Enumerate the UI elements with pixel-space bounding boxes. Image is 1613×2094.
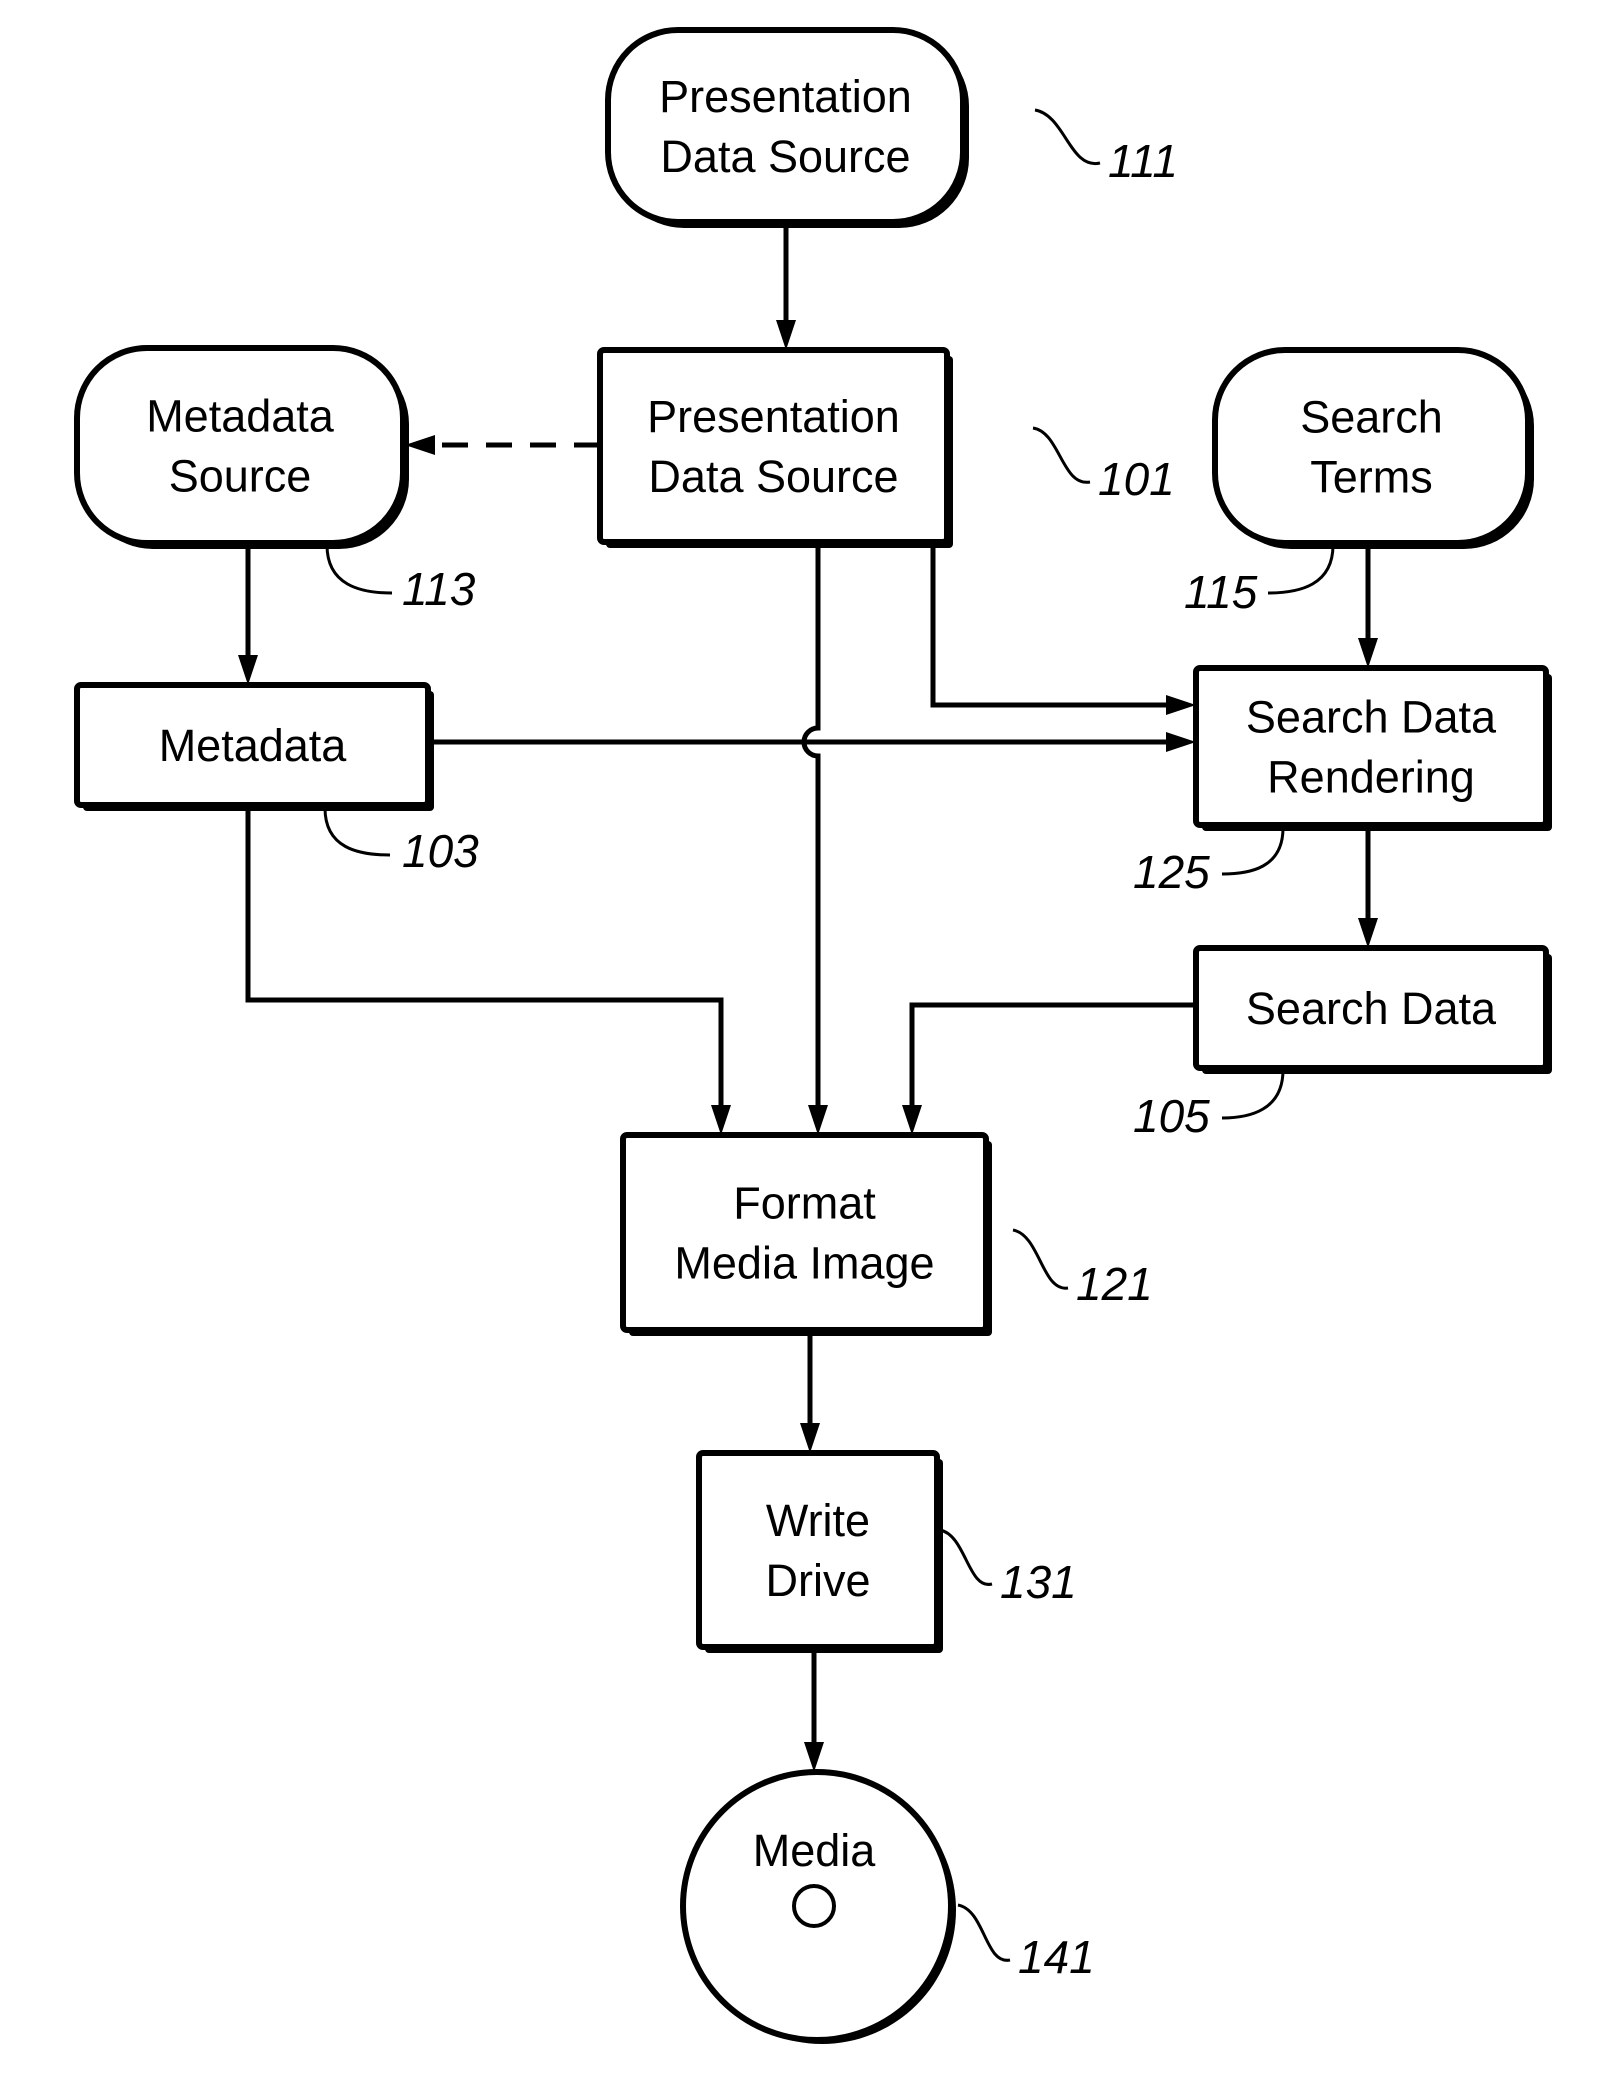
edge-115-to-125 bbox=[1358, 543, 1378, 668]
reference-numeral: 115 bbox=[1184, 566, 1258, 618]
leader-line bbox=[323, 807, 391, 857]
process-box bbox=[620, 1132, 989, 1333]
node-label: Terms bbox=[1310, 452, 1433, 503]
edge-111-to-101 bbox=[776, 222, 796, 350]
node-101: Presentation Data Source bbox=[597, 347, 953, 548]
arrowhead-icon bbox=[1166, 732, 1196, 752]
arrowhead-icon bbox=[1358, 918, 1378, 948]
reference-numeral: 121 bbox=[1076, 1258, 1153, 1310]
reference-121: 121 bbox=[1012, 1228, 1153, 1310]
arrowhead-icon bbox=[405, 435, 435, 455]
edge-113-to-103 bbox=[238, 543, 258, 685]
node-label: Media Image bbox=[674, 1238, 934, 1289]
reference-numeral: 113 bbox=[402, 563, 476, 615]
arrowhead-icon bbox=[808, 1105, 828, 1135]
reference-numeral: 105 bbox=[1133, 1090, 1210, 1142]
node-105: Search Data bbox=[1193, 945, 1552, 1074]
media-disc-icon bbox=[680, 1769, 954, 2043]
edge-101-to-113 bbox=[405, 435, 600, 455]
node-115: Search Terms bbox=[1212, 347, 1534, 549]
edge-101-to-121 bbox=[801, 542, 828, 1135]
flow-diagram: Presentation Data Source Metadata Source Pre… bbox=[74, 27, 1552, 2044]
arrowhead-icon bbox=[804, 1742, 824, 1772]
edge-131-to-141 bbox=[804, 1647, 824, 1772]
arrowhead-icon bbox=[711, 1105, 731, 1135]
node-label: Search Data bbox=[1246, 692, 1497, 743]
node-141: Media bbox=[680, 1769, 956, 2044]
terminal-shape bbox=[605, 27, 966, 225]
edge-103-to-121 bbox=[245, 805, 731, 1135]
reference-numeral: 131 bbox=[1000, 1556, 1077, 1608]
leader-line bbox=[325, 544, 393, 595]
arrowhead-icon bbox=[238, 655, 258, 685]
leader-line bbox=[939, 1528, 993, 1586]
node-label: Drive bbox=[765, 1555, 870, 1606]
leader-line bbox=[1221, 827, 1285, 876]
arrowhead-icon bbox=[776, 320, 796, 350]
leader-line bbox=[957, 1903, 1011, 1962]
node-label: Source bbox=[169, 451, 312, 502]
node-label: Write bbox=[766, 1495, 870, 1546]
node-131: Write Drive bbox=[696, 1450, 943, 1653]
connector-line bbox=[930, 542, 1188, 708]
connector-line bbox=[801, 542, 821, 1127]
terminal-shape bbox=[74, 345, 406, 546]
reference-numeral: 101 bbox=[1098, 453, 1175, 505]
leader-line bbox=[1012, 1228, 1069, 1290]
node-103: Metadata bbox=[74, 682, 434, 811]
reference-111: 111 bbox=[1034, 108, 1178, 187]
node-label: Metadata bbox=[159, 720, 348, 771]
arrowhead-icon bbox=[800, 1423, 820, 1453]
process-box bbox=[597, 347, 950, 545]
node-label: Presentation bbox=[647, 391, 900, 442]
reference-numeral: 141 bbox=[1018, 1931, 1095, 1983]
process-box bbox=[696, 1450, 940, 1650]
arrowhead-icon bbox=[1358, 638, 1378, 668]
reference-131: 131 bbox=[939, 1528, 1077, 1608]
node-label: Data Source bbox=[660, 131, 910, 182]
node-label: Search bbox=[1300, 392, 1443, 443]
node-label: Data Source bbox=[648, 451, 898, 502]
node-label: Format bbox=[733, 1178, 876, 1229]
node-label: Media bbox=[753, 1825, 877, 1876]
reference-141: 141 bbox=[957, 1903, 1095, 1983]
node-121: Format Media Image bbox=[620, 1132, 992, 1336]
leader-line bbox=[1034, 108, 1101, 165]
edge-121-to-131 bbox=[800, 1330, 820, 1453]
node-label: Rendering bbox=[1267, 752, 1475, 803]
node-label: Search Data bbox=[1246, 983, 1497, 1034]
leader-line bbox=[1267, 544, 1335, 595]
node-label: Metadata bbox=[146, 391, 335, 442]
reference-numeral: 125 bbox=[1133, 846, 1210, 898]
arrowhead-icon bbox=[1166, 695, 1196, 715]
leader-line bbox=[1221, 1069, 1285, 1120]
reference-125: 125 bbox=[1133, 827, 1285, 898]
node-113: Metadata Source bbox=[74, 345, 409, 549]
reference-105: 105 bbox=[1133, 1069, 1285, 1142]
reference-113: 113 bbox=[325, 544, 476, 615]
reference-103: 103 bbox=[323, 807, 479, 877]
node-label: Presentation bbox=[659, 71, 912, 122]
edge-101-to-125 bbox=[930, 542, 1196, 715]
edge-125-to-105 bbox=[1358, 825, 1378, 948]
edge-103-to-125 bbox=[428, 732, 1196, 752]
arrowhead-icon bbox=[902, 1105, 922, 1135]
reference-115: 115 bbox=[1184, 544, 1335, 618]
reference-numeral: 103 bbox=[402, 825, 479, 877]
connector-line bbox=[245, 805, 724, 1127]
leader-line bbox=[1032, 426, 1091, 484]
terminal-shape bbox=[1212, 347, 1531, 546]
reference-numeral: 111 bbox=[1108, 135, 1178, 187]
node-111: Presentation Data Source bbox=[605, 27, 969, 228]
node-125: Search Data Rendering bbox=[1193, 665, 1552, 831]
reference-101: 101 bbox=[1032, 426, 1175, 505]
